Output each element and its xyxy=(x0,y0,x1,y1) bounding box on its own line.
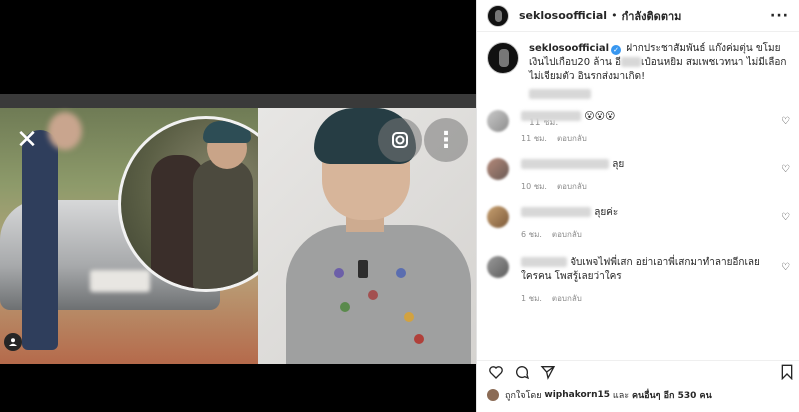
reply-button[interactable]: ตอบกลับ xyxy=(557,182,587,191)
comment-text: ลุยค่ะ xyxy=(594,207,619,218)
likes-prefix: ถูกใจโดย xyxy=(505,391,542,401)
blurred-username xyxy=(521,111,581,121)
heart-icon[interactable]: ♡ xyxy=(781,116,790,127)
comment-meta: 1 ชม. ตอบกลับ xyxy=(521,292,761,306)
likes-others[interactable]: คนอื่นๆ อีก 530 คน xyxy=(632,388,712,402)
comment-text: ลุย xyxy=(612,159,625,170)
heart-icon[interactable]: ♡ xyxy=(781,164,790,175)
heart-icon[interactable]: ♡ xyxy=(781,212,790,223)
avatar[interactable] xyxy=(487,158,509,180)
comment-time: 6 ชม. xyxy=(521,230,542,239)
reply-button[interactable]: ตอบกลับ xyxy=(557,134,587,143)
comment-time: 10 ชม. xyxy=(521,182,547,191)
list-item: จับเพจไฟพี่เสก อย่าเอาพี่เสกมาทำลายอีกเล… xyxy=(487,256,790,306)
post-header: seklosoofficial • กำลังติดตาม ··· xyxy=(477,0,799,32)
avatar[interactable] xyxy=(487,110,509,132)
avatar[interactable] xyxy=(487,4,509,27)
comment-text: 😮😮😮 xyxy=(584,111,616,122)
photo-woman xyxy=(22,130,58,350)
instagram-post-viewer: ✕ ⋮ seklosoofficial • กำลังติดตาม ··· se… xyxy=(0,0,799,412)
comment-time: 1 ชม. xyxy=(521,294,542,303)
comment-body: 😮😮😮 11 ชม. ตอบกลับ xyxy=(521,110,761,146)
shirt-flower xyxy=(340,302,350,312)
list-item: ลุย 10 ชม. ตอบกลับ ♡ xyxy=(487,158,790,194)
blurred-text xyxy=(529,89,591,99)
blurred-username xyxy=(521,207,591,217)
comment-body: ลุย 10 ชม. ตอบกลับ xyxy=(521,158,761,194)
likes-user[interactable]: wiphakorn15 xyxy=(544,390,610,400)
inset-man-hair xyxy=(203,121,251,143)
blurred-text xyxy=(621,57,642,67)
comment-meta: 11 ชม. ตอบกลับ xyxy=(521,132,761,146)
verified-icon: ✓ xyxy=(611,45,622,55)
photo-top-strip xyxy=(0,94,476,108)
comment-time: 11 ชม. xyxy=(521,134,547,143)
lens-icon[interactable] xyxy=(378,118,422,162)
more-icon[interactable]: ⋮ xyxy=(424,118,468,162)
avatar[interactable] xyxy=(487,206,509,228)
list-item: 😮😮😮 11 ชม. ตอบกลับ ♡ xyxy=(487,110,790,146)
reply-button[interactable]: ตอบกลับ xyxy=(552,294,582,303)
shirt-flower xyxy=(414,334,424,344)
post-details-panel: seklosoofficial • กำลังติดตาม ··· seklos… xyxy=(476,0,799,412)
inset-man xyxy=(193,159,253,289)
shirt-flower xyxy=(334,268,344,278)
more-options-icon[interactable]: ··· xyxy=(770,8,789,24)
comment-meta: 10 ชม. ตอบกลับ xyxy=(521,180,761,194)
portrait-body xyxy=(286,225,471,364)
shirt-flower xyxy=(368,290,378,300)
likes-and: และ xyxy=(612,391,630,401)
header-username[interactable]: seklosoofficial xyxy=(519,9,607,22)
blurred-username xyxy=(521,257,567,267)
post-media-panel: ✕ ⋮ xyxy=(0,0,476,412)
blurred-face xyxy=(48,112,82,150)
comment-meta: 6 ชม. ตอบกลับ xyxy=(521,228,761,242)
likes-summary[interactable]: ถูกใจโดย wiphakorn15 และ คนอื่นๆ อีก 530… xyxy=(487,388,712,402)
following-button[interactable]: กำลังติดตาม xyxy=(622,7,682,25)
avatar[interactable] xyxy=(487,256,509,278)
blurred-username xyxy=(521,159,609,169)
user-tag-icon[interactable] xyxy=(4,333,22,351)
blurred-license-plate xyxy=(90,270,150,292)
comment-body: จับเพจไฟพี่เสก อย่าเอาพี่เสกมาทำลายอีกเล… xyxy=(521,256,761,306)
close-icon[interactable]: ✕ xyxy=(12,125,42,155)
shirt-flower xyxy=(396,268,406,278)
bookmark-icon[interactable] xyxy=(778,363,796,381)
heart-icon[interactable]: ♡ xyxy=(781,262,790,273)
heart-icon[interactable] xyxy=(487,363,505,381)
post-actions-bar xyxy=(477,360,799,384)
header-separator: • xyxy=(611,9,618,22)
comment-icon[interactable] xyxy=(513,363,531,381)
share-icon[interactable] xyxy=(539,363,557,381)
reply-button[interactable]: ตอบกลับ xyxy=(552,230,582,239)
avatar[interactable] xyxy=(487,42,519,74)
avatar xyxy=(487,389,499,401)
list-item: ลุยค่ะ 6 ชม. ตอบกลับ ♡ xyxy=(487,206,790,242)
comment-body: ลุยค่ะ 6 ชม. ตอบกลับ xyxy=(521,206,761,242)
portrait-pendant xyxy=(358,260,368,278)
caption-username[interactable]: seklosoofficial xyxy=(529,43,609,54)
shirt-flower xyxy=(404,312,414,322)
